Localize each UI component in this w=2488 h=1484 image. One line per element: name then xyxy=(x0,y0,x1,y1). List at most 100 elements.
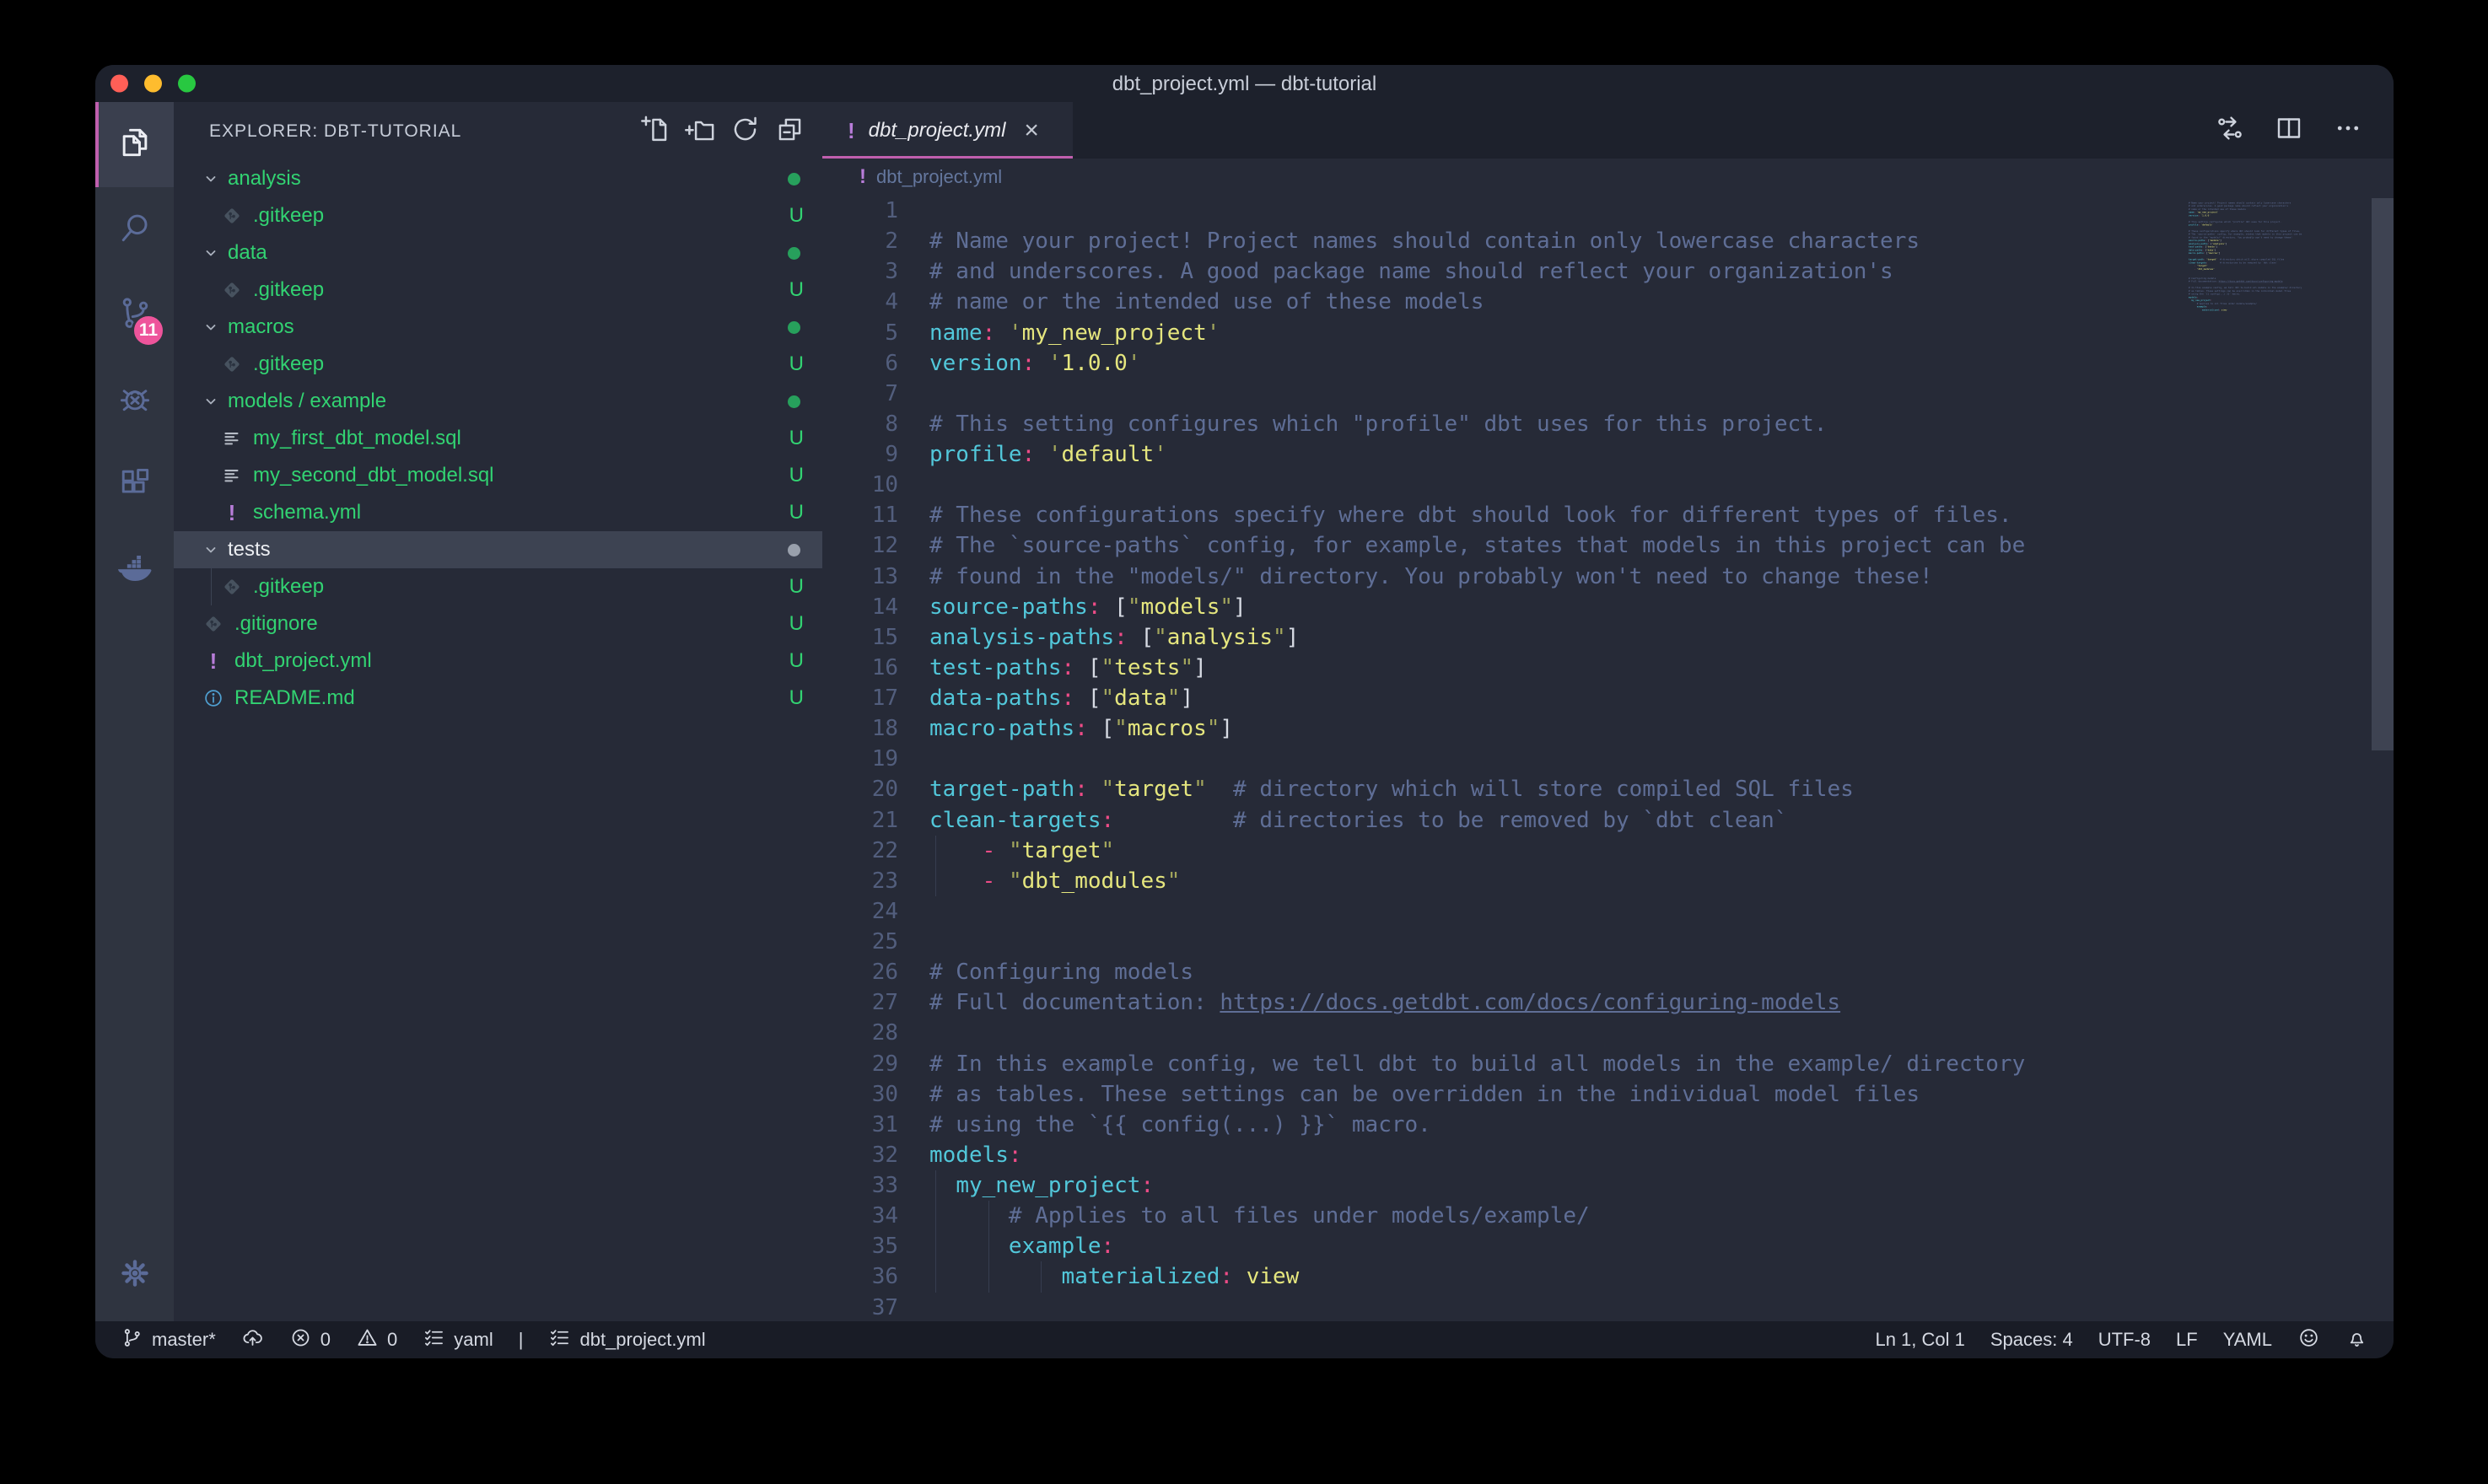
status-label: master* xyxy=(152,1329,216,1351)
line-content: - "target" xyxy=(929,836,1114,866)
git-modified-dot xyxy=(788,321,800,334)
code-line-35: 35 example: xyxy=(822,1231,2394,1261)
activity-item-search[interactable] xyxy=(95,187,174,272)
tree-item-label: my_first_dbt_model.sql xyxy=(253,427,461,450)
tree-file--gitkeep[interactable]: .gitkeepU xyxy=(174,346,822,383)
git-modified-dot xyxy=(788,173,800,186)
git-status-badge: U xyxy=(789,612,804,636)
tree-file--gitkeep[interactable]: .gitkeepU xyxy=(174,197,822,234)
code-line-4: 4# name or the intended use of these mod… xyxy=(822,287,2394,317)
line-number: 22 xyxy=(822,836,898,866)
more-actions-button[interactable] xyxy=(2333,113,2363,148)
new-folder-button[interactable] xyxy=(685,114,716,149)
tree-file-my-first-dbt-model-sql[interactable]: my_first_dbt_model.sqlU xyxy=(174,420,822,457)
line-content: # found in the "models/" directory. You … xyxy=(929,562,1933,592)
activity-item-docker[interactable] xyxy=(95,528,174,613)
status-active-file-status[interactable]: dbt_project.yml xyxy=(548,1326,705,1354)
code-editor[interactable]: 12# Name your project! Project names sho… xyxy=(822,196,2394,1321)
status-right: Ln 1, Col 1 Spaces: 4 UTF-8 LF YAML xyxy=(1875,1326,2368,1354)
tree-folder-models-example[interactable]: models / example xyxy=(174,383,822,420)
status-errors-count[interactable]: 0 xyxy=(289,1326,331,1354)
line-content: models: xyxy=(929,1140,1022,1170)
activity-item-settings[interactable] xyxy=(95,1233,174,1318)
code-line-28: 28 xyxy=(822,1018,2394,1048)
activity-item-extensions[interactable] xyxy=(95,443,174,528)
status-label: UTF-8 xyxy=(2098,1329,2151,1351)
activity-item-source-control[interactable]: 11 xyxy=(95,272,174,358)
line-number: 8 xyxy=(822,409,898,439)
refresh-explorer-button[interactable] xyxy=(730,114,761,149)
line-content: clean-targets: # directories to be remov… xyxy=(929,805,1787,836)
breadcrumb[interactable]: ! dbt_project.yml xyxy=(822,159,2394,196)
chevron-down-icon xyxy=(201,243,221,263)
tab-dbt-project-yml[interactable]: ! dbt_project.yml × xyxy=(822,102,1073,159)
split-editor-button[interactable] xyxy=(2274,113,2304,148)
line-content: # The `source-paths` config, for example… xyxy=(929,530,2025,561)
line-number: 18 xyxy=(822,713,898,744)
code-line-5: 5name: 'my_new_project' xyxy=(822,318,2394,348)
new-file-button[interactable] xyxy=(640,114,671,149)
status-publish-changes[interactable] xyxy=(241,1326,264,1354)
tree-folder-analysis[interactable]: analysis xyxy=(174,160,822,197)
breadcrumb-file: dbt_project.yml xyxy=(876,166,1002,188)
tree-file-schema-yml[interactable]: !schema.ymlU xyxy=(174,494,822,531)
close-tab-icon[interactable]: × xyxy=(1024,118,1039,143)
line-number: 23 xyxy=(822,866,898,896)
window-title: dbt_project.yml — dbt-tutorial xyxy=(95,65,2394,102)
git-file-icon xyxy=(221,576,243,598)
tree-folder-macros[interactable]: macros xyxy=(174,309,822,346)
code-line-26: 26# Configuring models xyxy=(822,957,2394,987)
git-modified-dot xyxy=(788,247,800,260)
indent-guide xyxy=(988,1261,989,1292)
status-cursor-position[interactable]: Ln 1, Col 1 xyxy=(1875,1329,1964,1351)
sql-file-icon xyxy=(221,427,243,449)
activity-item-explorer[interactable] xyxy=(95,102,174,187)
tree-folder-tests[interactable]: tests xyxy=(174,531,822,568)
vertical-scrollbar[interactable] xyxy=(2372,198,2394,750)
code-line-21: 21clean-targets: # directories to be rem… xyxy=(822,805,2394,836)
code-line-30: 30# as tables. These settings can be ove… xyxy=(822,1079,2394,1110)
status-eol-sequence[interactable]: LF xyxy=(2176,1329,2198,1351)
error-icon xyxy=(289,1326,312,1354)
tree-file-readme-md[interactable]: README.mdU xyxy=(174,680,822,717)
minimap[interactable]: # Name your project! Project names shoul… xyxy=(2189,198,2357,1321)
tree-file-my-second-dbt-model-sql[interactable]: my_second_dbt_model.sqlU xyxy=(174,457,822,494)
status-notifications[interactable] xyxy=(2345,1326,2368,1354)
status-encoding[interactable]: UTF-8 xyxy=(2098,1329,2151,1351)
status-indentation[interactable]: Spaces: 4 xyxy=(1990,1329,2073,1351)
code-line-13: 13# found in the "models/" directory. Yo… xyxy=(822,562,2394,592)
status-language-status-yaml[interactable]: yaml xyxy=(423,1326,493,1354)
file-tree: analysis.gitkeepUdata.gitkeepUmacros.git… xyxy=(174,160,822,717)
line-content: # Applies to all files under models/exam… xyxy=(929,1201,1590,1231)
collapse-folders-button[interactable] xyxy=(774,114,805,149)
explorer-header: EXPLORER: DBT-TUTORIAL xyxy=(174,102,822,160)
status-feedback[interactable] xyxy=(2297,1326,2320,1354)
line-number: 9 xyxy=(822,439,898,470)
explorer-title: EXPLORER: DBT-TUTORIAL xyxy=(209,121,640,142)
tree-item-label: .gitkeep xyxy=(253,352,324,376)
git-status-badge: U xyxy=(789,464,804,487)
code-line-6: 6version: '1.0.0' xyxy=(822,348,2394,379)
line-number: 6 xyxy=(822,348,898,379)
tree-file-dbt-project-yml[interactable]: !dbt_project.ymlU xyxy=(174,643,822,680)
tree-file--gitkeep[interactable]: .gitkeepU xyxy=(174,272,822,309)
warning-icon xyxy=(356,1326,379,1354)
open-changes-button[interactable] xyxy=(2215,113,2245,148)
git-file-icon xyxy=(221,279,243,301)
status-language-mode[interactable]: YAML xyxy=(2223,1329,2272,1351)
status-git-branch-status[interactable]: master* xyxy=(121,1326,216,1354)
status-label: 0 xyxy=(387,1329,397,1351)
search-icon xyxy=(116,209,153,250)
checklist-icon xyxy=(423,1326,445,1354)
line-number: 28 xyxy=(822,1018,898,1048)
activity-item-run-debug[interactable] xyxy=(95,358,174,443)
status-warnings-count[interactable]: 0 xyxy=(356,1326,397,1354)
tree-folder-data[interactable]: data xyxy=(174,234,822,272)
yaml-warning-icon: ! xyxy=(848,120,855,142)
tree-file--gitignore[interactable]: .gitignoreU xyxy=(174,605,822,643)
indent-guide xyxy=(935,1261,936,1292)
tree-file--gitkeep[interactable]: .gitkeepU xyxy=(174,568,822,605)
status-label: 0 xyxy=(320,1329,331,1351)
code-line-36: 36 materialized: view xyxy=(822,1261,2394,1292)
line-number: 31 xyxy=(822,1110,898,1140)
